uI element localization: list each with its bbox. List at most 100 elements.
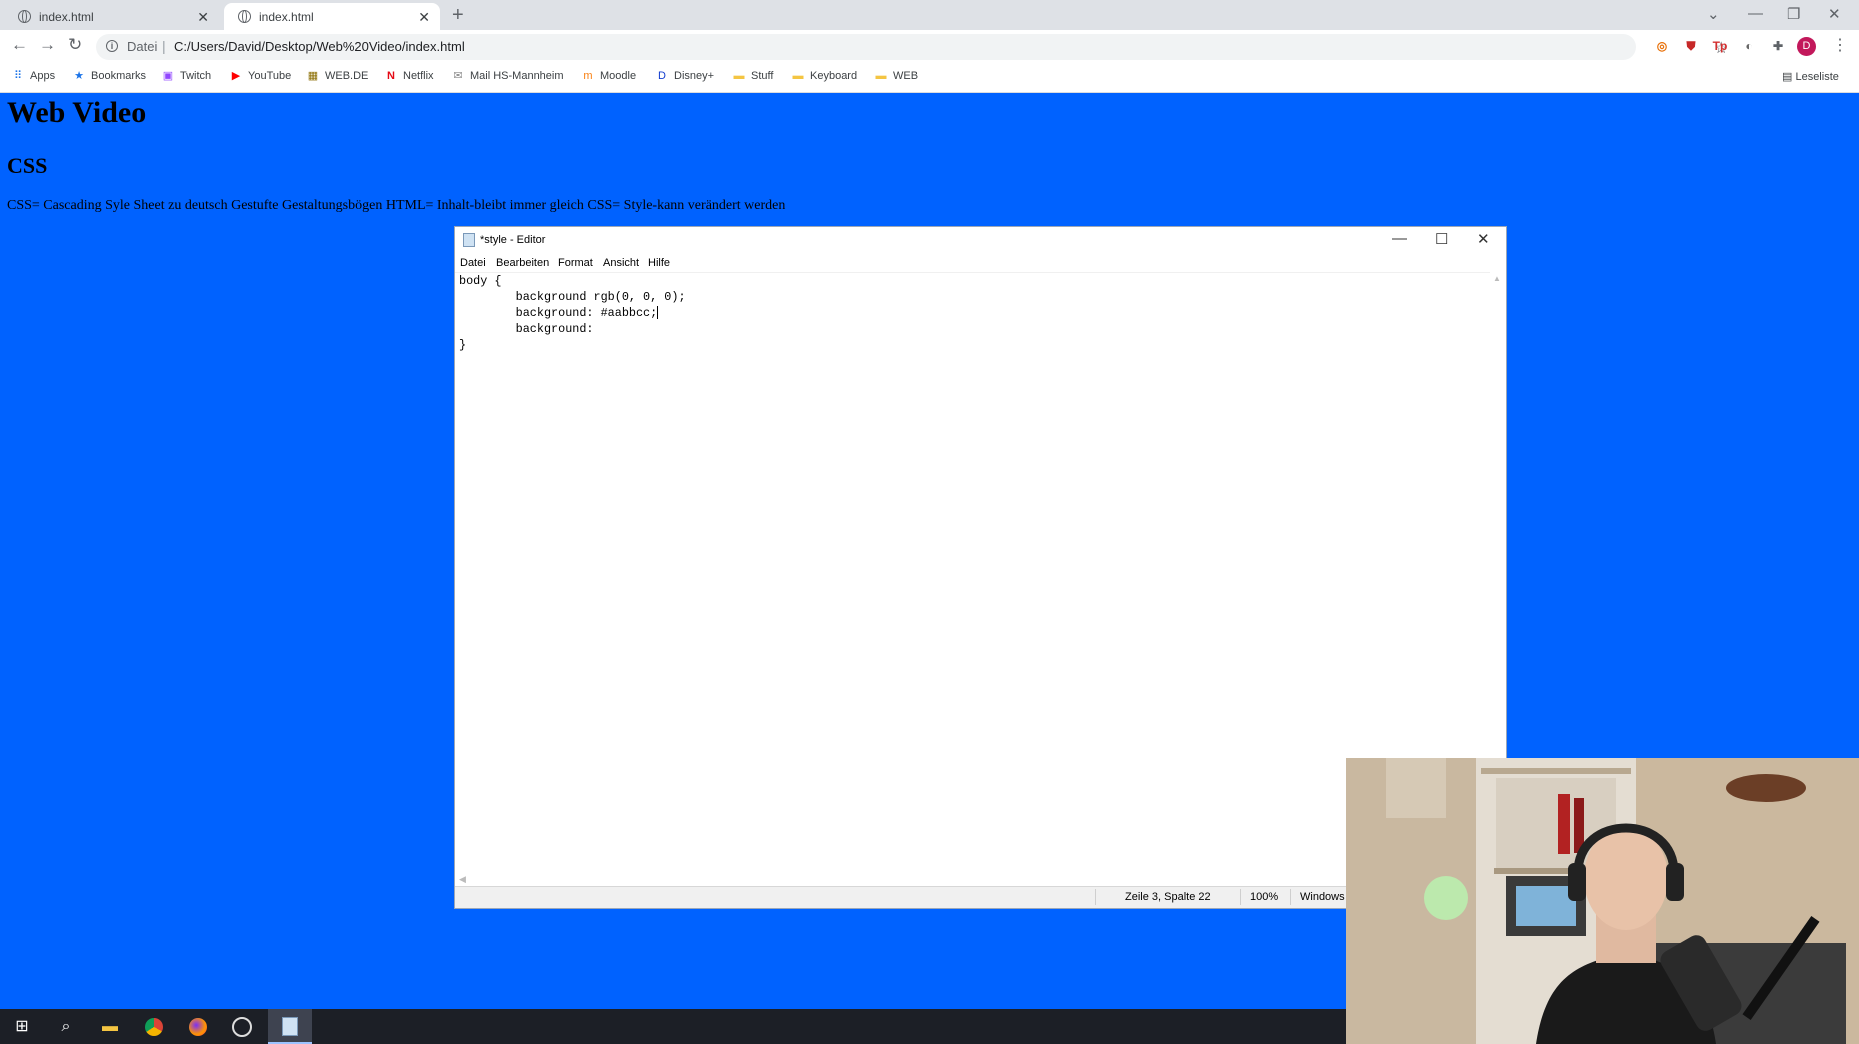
tab-title: index.html	[39, 9, 94, 24]
twitch-icon: ▣	[162, 70, 174, 82]
taskbar: ⊞ ⌕ ▬	[0, 1009, 1346, 1044]
chrome-icon	[145, 1017, 163, 1036]
bookmark-keyboard[interactable]: ▬ Keyboard	[792, 70, 858, 82]
webcam-image	[1346, 758, 1859, 1044]
bookmark-twitch[interactable]: ▣ Twitch	[162, 70, 211, 82]
zoom-level: 100%	[1250, 891, 1279, 903]
extension-icon[interactable]: ◐	[1741, 38, 1757, 54]
more-menu-icon[interactable]: ⋮	[1832, 35, 1848, 55]
close-icon[interactable]: ✕	[1477, 230, 1490, 248]
code-line: }	[459, 338, 467, 352]
scroll-up-icon[interactable]: ▲	[1493, 274, 1501, 283]
status-divider	[1240, 889, 1241, 905]
minimize-icon[interactable]: —	[1392, 230, 1407, 247]
disney-icon: D	[658, 70, 666, 82]
tab-index-1[interactable]: index.html ✕	[4, 3, 219, 30]
folder-icon: ▬	[102, 1018, 118, 1035]
back-icon[interactable]: ←	[11, 35, 28, 55]
extension-icon[interactable]: ◎	[1654, 38, 1670, 54]
menu-bearbeiten[interactable]: Bearbeiten	[496, 257, 549, 269]
scheme-label: Datei	[127, 39, 158, 54]
info-icon[interactable]: i	[106, 40, 118, 52]
bookmark-disney[interactable]: D Disney+	[656, 70, 714, 82]
bookmark-stuff[interactable]: ▬ Stuff	[733, 70, 774, 82]
tab-index-2[interactable]: index.html ✕	[224, 3, 440, 30]
text-caret	[657, 306, 659, 320]
bookmark-netflix[interactable]: N Netflix	[385, 70, 434, 82]
globe-icon	[18, 10, 31, 23]
tp-extension-icon[interactable]: Tp	[1712, 38, 1728, 54]
obs-icon	[232, 1016, 252, 1037]
minimize-icon[interactable]: —	[1748, 5, 1763, 22]
tab-strip: index.html ✕ index.html ✕ + ⌄ — ❐ ✕	[0, 0, 1859, 30]
folder-icon: ▬	[875, 70, 887, 82]
reading-list-icon: ▤	[1782, 71, 1796, 83]
obs-button[interactable]	[220, 1009, 264, 1044]
browser-chrome: index.html ✕ index.html ✕ + ⌄ — ❐ ✕ ← → …	[0, 0, 1859, 93]
menu-ansicht[interactable]: Ansicht	[603, 257, 639, 269]
close-tab-icon[interactable]: ✕	[197, 9, 209, 26]
restore-icon[interactable]: ❐	[1787, 5, 1800, 23]
chrome-button[interactable]	[132, 1009, 176, 1044]
mail-icon: ✉	[453, 70, 463, 82]
reading-list-button[interactable]: ▤ Leseliste	[1782, 70, 1839, 83]
bookmark-mail[interactable]: ✉ Mail HS-Mannheim	[452, 70, 563, 82]
apps-grid-icon: ⠿	[13, 70, 23, 82]
firefox-icon	[189, 1017, 207, 1036]
bookmark-youtube[interactable]: ▶ YouTube	[230, 70, 291, 82]
code-line: background:	[459, 322, 594, 336]
windows-icon: ⊞	[15, 1018, 29, 1035]
file-explorer-button[interactable]: ▬	[88, 1009, 132, 1044]
bookmark-apps[interactable]: ⠿ Apps	[12, 70, 55, 82]
star-icon: ★	[74, 70, 84, 82]
maximize-icon[interactable]: ☐	[1435, 230, 1448, 248]
close-window-icon[interactable]: ✕	[1828, 5, 1841, 23]
notepad-titlebar[interactable]: *style - Editor — ☐ ✕	[455, 227, 1506, 254]
search-icon: ⌕	[61, 1018, 71, 1035]
page-subheading: CSS	[7, 153, 48, 178]
code-line: background rgb(0, 0, 0);	[459, 290, 686, 304]
address-separator: |	[162, 38, 166, 54]
notepad-title: *style - Editor	[480, 234, 546, 246]
start-button[interactable]: ⊞	[0, 1009, 44, 1044]
moodle-icon: m	[583, 70, 593, 82]
close-tab-icon[interactable]: ✕	[418, 9, 430, 26]
search-button[interactable]: ⌕	[44, 1009, 88, 1044]
notepad-text-area[interactable]: body { background rgb(0, 0, 0); backgrou…	[459, 273, 686, 353]
reload-icon[interactable]: ↻	[68, 35, 82, 55]
bookmark-web[interactable]: ▬ WEB	[875, 70, 919, 82]
menu-hilfe[interactable]: Hilfe	[648, 257, 670, 269]
forward-icon[interactable]: →	[39, 35, 56, 55]
status-divider	[1095, 889, 1096, 905]
folder-icon: ▬	[733, 70, 745, 82]
webcam-overlay	[1346, 758, 1859, 1044]
new-tab-button[interactable]: +	[452, 4, 464, 27]
webde-icon: ▦	[307, 70, 319, 82]
scroll-left-icon[interactable]: ◀	[459, 874, 466, 885]
tab-search-icon[interactable]: ⌄	[1707, 5, 1720, 23]
address-bar[interactable]: i Datei | C:/Users/David/Desktop/Web%20V…	[96, 34, 1728, 60]
code-line-current: background: #aabbcc;	[459, 306, 659, 320]
ublock-icon[interactable]: ⛊	[1683, 38, 1699, 54]
puzzle-icon[interactable]: ✚	[1770, 38, 1786, 54]
globe-icon	[238, 10, 251, 23]
tab-title: index.html	[259, 9, 314, 24]
notepad-icon	[463, 233, 475, 247]
profile-avatar[interactable]: D	[1797, 37, 1816, 56]
page-heading: Web Video	[7, 96, 147, 129]
bookmark-bookmarks[interactable]: ★ Bookmarks	[73, 70, 146, 82]
page-paragraph: CSS= Cascading Syle Sheet zu deutsch Ges…	[7, 198, 786, 213]
menu-format[interactable]: Format	[558, 257, 593, 269]
notepad-icon	[282, 1017, 298, 1037]
netflix-icon: N	[387, 70, 395, 82]
menu-datei[interactable]: Datei	[460, 257, 486, 269]
notepad-button[interactable]	[268, 1009, 312, 1044]
url-text[interactable]: C:/Users/David/Desktop/Web%20Video/index…	[174, 39, 465, 54]
bookmark-moodle[interactable]: m Moodle	[582, 70, 636, 82]
code-line: body {	[459, 274, 502, 288]
browser-toolbar: ← → ↻ i Datei | C:/Users/David/Desktop/W…	[0, 30, 1859, 64]
firefox-button[interactable]	[176, 1009, 220, 1044]
encoding-label: Windows (	[1300, 891, 1352, 903]
bookmark-webde[interactable]: ▦ WEB.DE	[307, 70, 369, 82]
notepad-menubar: Datei Bearbeiten Format Ansicht Hilfe	[455, 254, 1506, 273]
